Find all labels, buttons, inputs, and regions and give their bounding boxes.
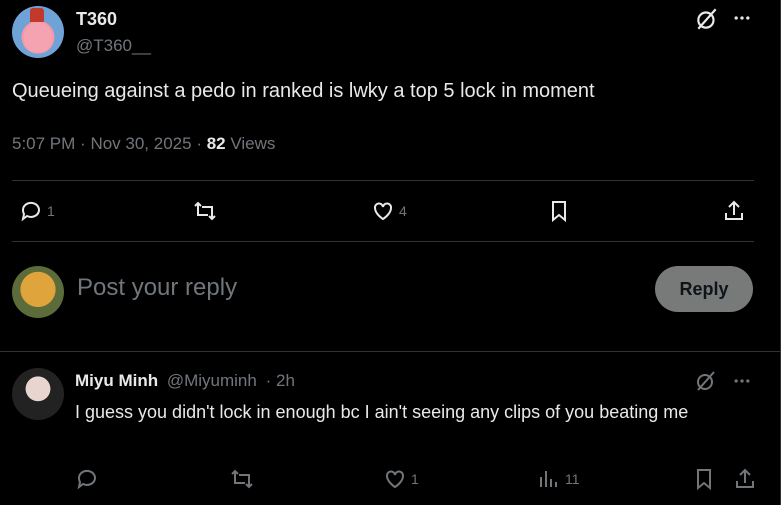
like-icon bbox=[374, 202, 392, 221]
reply-icon bbox=[77, 469, 96, 490]
share-icon bbox=[725, 200, 743, 220]
tweet-meta: 5:07 PM · Nov 30, 2025 · 82 Views bbox=[12, 134, 275, 154]
current-user-avatar[interactable] bbox=[12, 266, 64, 318]
reply-submit-button[interactable]: Reply bbox=[655, 266, 753, 312]
retweet-button[interactable] bbox=[193, 199, 217, 223]
avatar[interactable] bbox=[12, 6, 64, 58]
avatar-face bbox=[24, 22, 52, 52]
bookmark-icon bbox=[697, 469, 711, 491]
like-button[interactable]: 4 bbox=[371, 199, 407, 223]
like-count: 4 bbox=[399, 203, 407, 219]
bookmark-button[interactable] bbox=[547, 199, 571, 223]
divider bbox=[12, 180, 754, 181]
tweet-time[interactable]: 5:07 PM bbox=[12, 134, 75, 153]
reply-like-count: 1 bbox=[411, 471, 419, 487]
more-icon[interactable] bbox=[732, 8, 752, 33]
like-icon bbox=[386, 470, 404, 489]
reply-button[interactable]: 1 bbox=[19, 199, 55, 223]
author-handle[interactable]: @T360__ bbox=[76, 36, 151, 56]
views-count: 82 bbox=[206, 134, 226, 153]
grok-icon[interactable] bbox=[694, 369, 718, 398]
reply-author-handle[interactable]: @Miyuminh bbox=[167, 371, 257, 390]
views-label: Views bbox=[230, 134, 276, 153]
meta-separator: · bbox=[196, 134, 207, 153]
retweet-icon bbox=[194, 201, 216, 221]
views-icon bbox=[540, 471, 557, 487]
reply-author-name[interactable]: Miyu Minh bbox=[75, 371, 158, 390]
more-icon[interactable] bbox=[732, 371, 752, 396]
divider bbox=[12, 241, 754, 242]
reply-share-button[interactable] bbox=[733, 467, 757, 491]
reply-reply-button[interactable] bbox=[75, 467, 99, 491]
tweet-date[interactable]: Nov 30, 2025 bbox=[90, 134, 191, 153]
avatar-hat bbox=[30, 8, 44, 22]
retweet-icon bbox=[231, 469, 253, 489]
reply-bookmark-button[interactable] bbox=[692, 467, 716, 491]
reply-text: I guess you didn't lock in enough bc I a… bbox=[75, 402, 689, 422]
meta-separator: · bbox=[80, 134, 91, 153]
reply-views-count: 11 bbox=[565, 471, 580, 487]
reply-time[interactable]: 2h bbox=[276, 371, 295, 390]
reply-input[interactable]: Post your reply bbox=[77, 274, 237, 302]
reply-avatar[interactable] bbox=[12, 368, 64, 420]
divider bbox=[0, 351, 781, 352]
reply-like-button[interactable]: 1 bbox=[383, 467, 419, 491]
tweet-text: Queueing against a pedo in ranked is lwk… bbox=[12, 80, 595, 102]
share-button[interactable] bbox=[722, 199, 746, 223]
share-icon bbox=[736, 468, 754, 488]
reply-count: 1 bbox=[47, 203, 55, 219]
meta-separator: · bbox=[265, 371, 272, 390]
reply-header: Miyu Minh @Miyuminh · 2h bbox=[75, 371, 295, 391]
grok-icon[interactable] bbox=[694, 6, 720, 37]
reply-retweet-button[interactable] bbox=[230, 467, 254, 491]
author-name[interactable]: T360 bbox=[76, 9, 117, 30]
reply-views-button[interactable]: 11 bbox=[537, 467, 580, 491]
bookmark-icon bbox=[552, 201, 566, 223]
reply-icon bbox=[21, 201, 40, 222]
